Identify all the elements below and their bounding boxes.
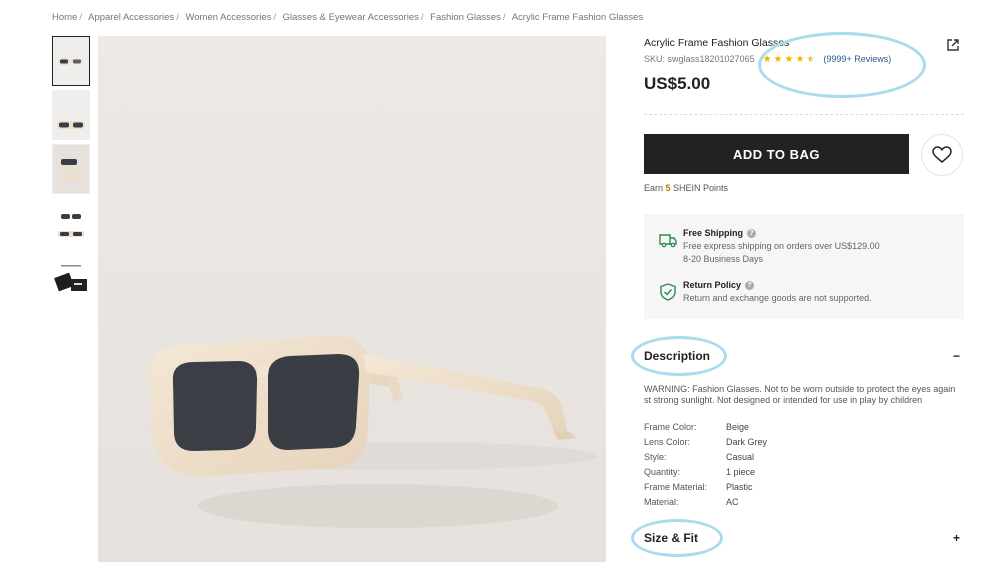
rating-stars[interactable]: ★ ★ ★ ★ ★★	[763, 54, 816, 65]
sunglasses-thumbnail-image	[53, 91, 89, 139]
breadcrumb: Home / Apparel Accessories / Women Accesso…	[52, 12, 643, 23]
breadcrumb-home[interactable]: Home	[52, 12, 77, 23]
packaging-thumbnail-image	[53, 253, 89, 301]
thumbnail-multi-view[interactable]	[52, 198, 90, 248]
return-line-1: Return and exchange goods are not suppor…	[683, 293, 872, 303]
service-box: Free Shipping? Free express shipping on …	[644, 214, 964, 319]
attribute-row: Frame Material: Plastic	[644, 479, 964, 494]
attribute-row: Lens Color: Dark Grey	[644, 434, 964, 449]
breadcrumb-apparel-accessories[interactable]: Apparel Accessories	[88, 12, 174, 23]
breadcrumb-separator: /	[502, 12, 506, 23]
thumbnail-packaging-view[interactable]	[52, 252, 90, 302]
return-title: Return Policy	[683, 280, 742, 290]
breadcrumb-fashion-glasses[interactable]: Fashion Glasses	[430, 12, 501, 23]
return-info: Return Policy? Return and exchange goods…	[658, 280, 872, 303]
thumbnail-flat-view[interactable]	[52, 90, 90, 140]
star-icon: ★	[773, 53, 783, 65]
attribute-key: Lens Color:	[644, 436, 691, 447]
product-info: Acrylic Frame Fashion Glasses SKU: swgla…	[644, 36, 964, 95]
shipping-line-1: Free express shipping on orders over US$…	[683, 241, 880, 251]
breadcrumb-separator: /	[273, 12, 276, 23]
price-divider	[644, 114, 964, 115]
attribute-row: Frame Color: Beige	[644, 419, 964, 434]
points-prefix: Earn	[644, 183, 666, 193]
heart-icon	[932, 146, 952, 163]
product-price: US$5.00	[644, 74, 711, 93]
breadcrumb-glasses-eyewear[interactable]: Glasses & Eyewear Accessories	[283, 12, 419, 23]
attribute-row: Quantity: 1 piece	[644, 464, 964, 479]
sku-rating-row: SKU: swglass18201027065 ★ ★ ★ ★ ★★ (9999…	[644, 53, 964, 65]
star-icon: ★	[762, 53, 772, 65]
reviews-link[interactable]: (9999+ Reviews)	[823, 54, 891, 64]
shipping-line-2: 8-20 Business Days	[683, 254, 764, 264]
attribute-table: Frame Color: Beige Lens Color: Dark Grey S…	[644, 419, 964, 509]
breadcrumb-separator: /	[79, 12, 82, 23]
product-sku: SKU: swglass18201027065	[644, 54, 755, 64]
warning-line-1: WARNING: Fashion Glasses. Not to be worn…	[644, 384, 956, 394]
attribute-key: Material:	[644, 496, 679, 507]
help-icon[interactable]: ?	[745, 280, 755, 290]
sunglasses-thumbnail-image	[53, 145, 89, 193]
half-star-icon: ★★	[806, 53, 816, 65]
attribute-key: Frame Color:	[644, 421, 697, 432]
attribute-key: Style:	[644, 451, 667, 462]
breadcrumb-current: Acrylic Frame Fashion Glasses	[511, 12, 644, 23]
shipping-title-row: Free Shipping?	[683, 228, 880, 238]
wishlist-button[interactable]	[921, 134, 963, 176]
product-title: Acrylic Frame Fashion Glasses	[644, 37, 790, 49]
share-icon[interactable]	[946, 38, 960, 52]
attribute-value: Beige	[726, 421, 750, 432]
points-suffix: SHEIN Points	[670, 183, 729, 193]
thumbnail-list	[52, 36, 90, 306]
description-title: Description	[644, 349, 711, 363]
size-fit-header[interactable]: Size & Fit +	[644, 529, 964, 547]
truck-icon	[659, 234, 677, 248]
size-fit-title: Size & Fit	[644, 531, 699, 545]
attribute-value: AC	[726, 496, 739, 507]
attribute-row: Style: Casual	[644, 449, 964, 464]
shipping-info: Free Shipping? Free express shipping on …	[658, 228, 880, 264]
attribute-value: Casual	[726, 451, 755, 462]
points-info: Earn 5 SHEIN Points	[644, 183, 728, 193]
expand-icon[interactable]: +	[953, 531, 964, 545]
attribute-value: 1 piece	[726, 466, 756, 477]
star-icon: ★	[784, 53, 794, 65]
thumbnail-side-view[interactable]	[52, 144, 90, 194]
attribute-value: Dark Grey	[726, 436, 768, 447]
thumbnail-front-view[interactable]	[52, 36, 90, 86]
description-header[interactable]: Description −	[644, 347, 964, 365]
attribute-key: Frame Material:	[644, 481, 708, 492]
sunglasses-image	[98, 36, 606, 562]
shipping-title: Free Shipping	[683, 228, 744, 238]
description-warning: WARNING: Fashion Glasses. Not to be worn…	[644, 384, 964, 406]
breadcrumb-separator: /	[176, 12, 179, 23]
return-title-row: Return Policy?	[683, 280, 872, 290]
sunglasses-thumbnail-image	[53, 199, 89, 247]
breadcrumb-women-accessories[interactable]: Women Accessories	[185, 12, 271, 23]
help-icon[interactable]: ?	[747, 228, 757, 238]
breadcrumb-separator: /	[420, 12, 424, 23]
star-icon: ★	[795, 53, 805, 65]
attribute-value: Plastic	[726, 481, 753, 492]
add-to-bag-button[interactable]: ADD TO BAG	[644, 134, 909, 174]
warning-line-2: st strong sunlight. Not designed or inte…	[644, 395, 923, 405]
shield-check-icon	[660, 283, 676, 301]
main-product-image[interactable]	[98, 36, 606, 562]
sunglasses-thumbnail-image	[53, 37, 89, 85]
collapse-icon[interactable]: −	[953, 349, 964, 363]
attribute-key: Quantity:	[644, 466, 681, 477]
attribute-row: Material: AC	[644, 494, 964, 509]
